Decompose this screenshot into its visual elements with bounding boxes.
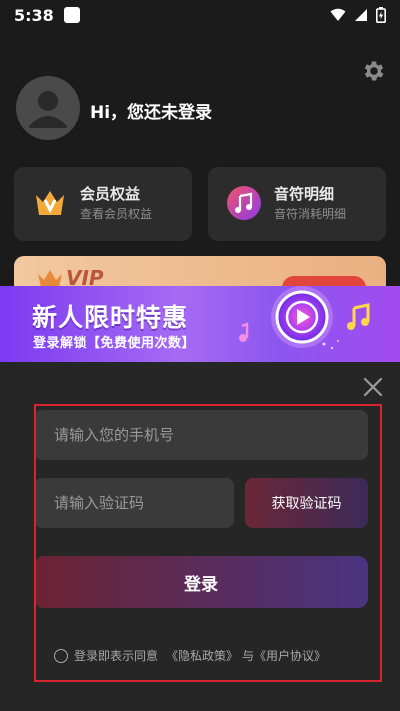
- battery-icon: [376, 7, 386, 23]
- music-note-icon: [227, 186, 261, 220]
- promo-title: 新人限时特惠: [32, 303, 189, 332]
- promo-banner[interactable]: 新人限时特惠 登录解锁【免费使用次数】: [0, 286, 400, 362]
- get-code-button[interactable]: 获取验证码: [245, 478, 368, 528]
- agreement-prefix: 登录即表示同意: [74, 649, 159, 663]
- card-subtitle: 查看会员权益: [80, 207, 153, 221]
- music-note-detail-card[interactable]: 音符明细 音符消耗明细: [208, 167, 386, 241]
- crown-icon: [38, 270, 62, 287]
- wifi-icon: [330, 8, 346, 21]
- promo-subtitle: 登录解锁【免费使用次数】: [33, 336, 196, 351]
- login-greeting[interactable]: Hi，您还未登录: [90, 98, 212, 123]
- status-time: 5:38: [14, 5, 54, 25]
- play-music-graphic: [239, 286, 370, 350]
- notification-icon: [63, 7, 80, 23]
- status-indicators: [330, 7, 386, 23]
- verification-code-input[interactable]: [34, 478, 234, 528]
- vip-benefits-card[interactable]: 会员权益 查看会员权益: [14, 167, 192, 241]
- card-title: 会员权益: [80, 185, 141, 203]
- agreement-and: 与: [242, 649, 255, 663]
- gear-icon[interactable]: [361, 58, 387, 84]
- card-title: 音符明细: [274, 185, 335, 203]
- user-silhouette-icon: [29, 91, 67, 128]
- vip-crown-icon: [36, 191, 64, 215]
- user-agreement-link[interactable]: 《用户协议》: [254, 647, 326, 664]
- agreement-row: 登录即表示同意 《隐私政策》 与 《用户协议》: [54, 647, 326, 664]
- phone-input[interactable]: [34, 410, 368, 460]
- login-button[interactable]: 登录: [34, 556, 368, 608]
- signal-icon: [355, 9, 367, 21]
- card-subtitle: 音符消耗明细: [274, 207, 347, 221]
- agreement-radio[interactable]: [54, 648, 68, 663]
- status-bar: 5:38: [0, 0, 400, 30]
- privacy-policy-link[interactable]: 《隐私政策》: [166, 647, 238, 664]
- avatar[interactable]: [16, 76, 80, 140]
- close-icon[interactable]: [363, 377, 383, 397]
